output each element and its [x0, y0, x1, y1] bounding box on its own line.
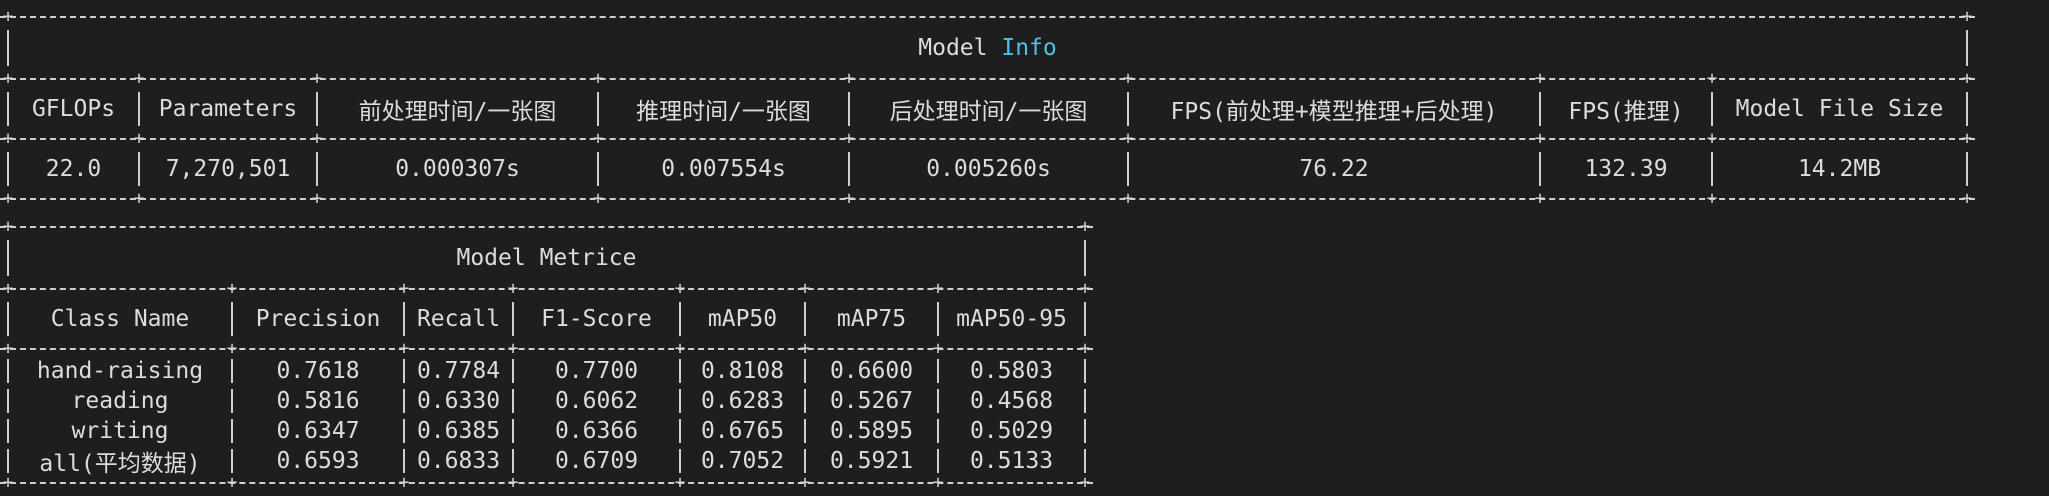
table-border: + + + + + + + + + — [0, 130, 1975, 148]
table-cell: 0.6062 — [554, 388, 639, 414]
model-metrics-table: + + Model Metrice + + + + + + + + Class … — [0, 218, 1093, 492]
table-row: all(平均数据) 0.6593 0.6833 0.6709 0.7052 0.… — [0, 446, 1093, 477]
table-border-top: + + — [0, 8, 1975, 26]
table-cell: 0.6385 — [416, 418, 501, 444]
table-border: + + + + + + + + + — [0, 70, 1975, 88]
table-border-top: + + — [0, 218, 1093, 236]
terminal-output: + + Model Info + + + + + + + + + GFLOPs — [0, 0, 2049, 496]
table-cell: 0.5803 — [969, 358, 1054, 384]
table-cell: 0.8108 — [700, 358, 785, 384]
column-header: GFLOPs — [31, 96, 116, 122]
table-cell: writing — [71, 418, 169, 444]
column-header: 前处理时间/一张图 — [358, 99, 557, 125]
table-row: reading 0.5816 0.6330 0.6062 0.6283 0.52… — [0, 386, 1093, 416]
column-header: F1-Score — [541, 306, 652, 332]
table-cell: 0.6347 — [276, 418, 360, 444]
table-border: + + + + + + + + — [0, 340, 1093, 358]
table-cell: 0.6366 — [554, 418, 639, 444]
column-header: FPS(前处理+模型推理+后处理) — [1170, 99, 1498, 125]
table-cell: 76.22 — [1299, 156, 1369, 182]
table-cell: 0.4568 — [969, 388, 1054, 414]
table-cell: 0.000307s — [395, 156, 520, 182]
table-cell: 0.5816 — [276, 388, 360, 414]
column-header: FPS(推理) — [1568, 99, 1684, 125]
table-cell: 0.5133 — [969, 448, 1054, 474]
table-cell: reading — [71, 388, 169, 414]
column-header: Model File Size — [1735, 96, 1944, 122]
column-header: Parameters — [158, 96, 298, 122]
table-cell: 0.007554s — [661, 156, 786, 182]
column-header: 推理时间/一张图 — [636, 99, 811, 125]
model-metrics-header-row: Class Name Precision Recall F1-Score mAP… — [0, 296, 1093, 342]
model-info-value-row: 22.0 7,270,501 0.000307s 0.007554s 0.005… — [0, 146, 1975, 192]
model-metrics-title: Model Metrice — [456, 245, 637, 271]
table-cell: 0.7700 — [554, 358, 639, 384]
table-border-bottom: + + + + + + + + + — [0, 190, 1975, 208]
table-cell: 0.7618 — [276, 358, 360, 384]
table-cell: hand-raising — [36, 358, 204, 384]
column-header: mAP50-95 — [956, 306, 1067, 332]
table-cell: 0.5029 — [969, 418, 1054, 444]
table-cell: 0.7052 — [700, 448, 785, 474]
table-cell: 0.6833 — [416, 448, 501, 474]
table-cell: 0.005260s — [926, 156, 1051, 182]
table-cell: 0.5895 — [829, 418, 914, 444]
table-cell: 0.6765 — [700, 418, 785, 444]
model-info-title-accent: Info — [1001, 35, 1057, 61]
column-header: Class Name — [50, 306, 190, 332]
table-row: writing 0.6347 0.6385 0.6366 0.6765 0.58… — [0, 416, 1093, 446]
model-info-title: Model Info — [8, 24, 1967, 72]
table-cell: 132.39 — [1584, 156, 1668, 182]
table-cell: 0.6330 — [416, 388, 501, 414]
table-border: + + + + + + + + — [0, 280, 1093, 298]
table-cell: 0.6709 — [554, 448, 639, 474]
table-cell: 0.6600 — [829, 358, 914, 384]
table-border-bottom: + + + + + + + + — [0, 474, 1093, 492]
table-cell: 0.5267 — [829, 388, 914, 414]
table-cell: 7,270,501 — [165, 156, 291, 182]
column-header: mAP50 — [707, 306, 778, 332]
model-info-header-row: GFLOPs Parameters 前处理时间/一张图 推理时间/一张图 后处理… — [0, 86, 1975, 132]
model-info-title-row: Model Info — [0, 24, 1975, 72]
table-cell: 0.7784 — [416, 358, 501, 384]
table-row: hand-raising 0.7618 0.7784 0.7700 0.8108… — [0, 356, 1093, 386]
column-header: 后处理时间/一张图 — [889, 99, 1088, 125]
table-cell: 0.6593 — [276, 448, 360, 474]
model-metrics-title-row: Model Metrice — [0, 234, 1093, 282]
table-cell: all(平均数据) — [39, 451, 201, 477]
model-info-title-prefix: Model — [918, 35, 988, 61]
column-header: mAP75 — [836, 306, 907, 332]
table-cell: 22.0 — [45, 156, 102, 182]
table-cell: 14.2MB — [1797, 156, 1882, 182]
column-header: Recall — [416, 306, 501, 332]
table-cell: 0.6283 — [700, 388, 785, 414]
model-info-table: + + Model Info + + + + + + + + + GFLOPs — [0, 8, 1975, 208]
table-cell: 0.5921 — [829, 448, 914, 474]
column-header: Precision — [255, 306, 381, 332]
